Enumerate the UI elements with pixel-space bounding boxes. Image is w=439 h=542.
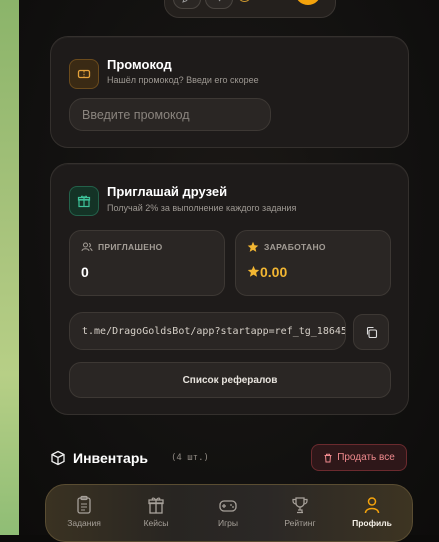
invited-value: 0 — [81, 264, 89, 280]
promo-title: Промокод — [107, 57, 172, 72]
nav-games-label: Игры — [217, 518, 239, 528]
users-icon — [81, 242, 93, 252]
trophy-icon — [292, 497, 308, 514]
sell-all-button[interactable]: Продать все — [311, 444, 407, 471]
arrow-right-icon — [218, 0, 221, 2]
nav-games[interactable]: Игры — [198, 495, 258, 528]
promo-card: Промокод Нашёл промокод? Введи его скоре… — [50, 36, 409, 148]
trash-icon — [324, 453, 332, 462]
gift-icon — [148, 497, 164, 514]
invite-subtitle: Получай 2% за выполнение каждого задания — [107, 203, 297, 213]
coin-balance: 17907 — [257, 0, 290, 2]
nav-tasks-label: Задания — [67, 518, 101, 528]
earned-value-wrap: 0.00 — [247, 264, 287, 280]
profile-page: 17907 Промокод Нашёл промокод? Введи его… — [19, 0, 439, 542]
earned-label: ЗАРАБОТАНО — [264, 242, 326, 252]
inventory-title: Инвентарь — [73, 450, 148, 466]
top-action-bar: 17907 — [164, 0, 336, 18]
add-coins-button[interactable] — [295, 0, 321, 5]
invite-title: Приглашай друзей — [107, 184, 228, 199]
sell-all-label: Продать все — [337, 452, 395, 463]
user-icon — [364, 497, 380, 514]
nav-profile-label: Профиль — [352, 518, 392, 528]
coin-icon — [238, 0, 251, 2]
promo-code-input[interactable]: Введите промокод — [69, 98, 271, 131]
gamepad-icon — [219, 500, 237, 512]
background-edge — [0, 0, 19, 535]
pencil-icon — [182, 0, 188, 3]
promo-subtitle: Нашёл промокод? Введи его скорее — [107, 75, 259, 85]
star-icon — [247, 241, 259, 252]
bottom-nav: Задания Кейсы Игры Рейтинг Профиль — [45, 484, 413, 542]
inventory-count: (4 шт.) — [171, 453, 209, 463]
earned-stat: ЗАРАБОТАНО 0.00 — [235, 230, 391, 296]
nav-tasks[interactable]: Задания — [54, 495, 114, 528]
gift-icon — [69, 186, 99, 216]
nav-cases[interactable]: Кейсы — [126, 495, 186, 528]
earned-value: 0.00 — [260, 264, 288, 280]
clipboard-icon — [77, 495, 91, 514]
invited-label: ПРИГЛАШЕНО — [98, 242, 163, 252]
nav-cases-label: Кейсы — [143, 518, 169, 528]
copy-link-button[interactable] — [353, 314, 389, 350]
edit-button[interactable] — [173, 0, 201, 9]
transfer-button[interactable] — [205, 0, 233, 9]
nav-profile[interactable]: Профиль — [342, 495, 402, 528]
copy-icon — [366, 326, 377, 338]
nav-rating[interactable]: Рейтинг — [270, 495, 330, 528]
ticket-icon — [69, 59, 99, 89]
referral-link-field[interactable]: t.me/DragoGoldsBot/app?startapp=ref_tg_1… — [69, 312, 346, 350]
box-icon — [51, 450, 65, 466]
nav-rating-label: Рейтинг — [284, 518, 316, 528]
invited-stat: ПРИГЛАШЕНО 0 — [69, 230, 225, 296]
referrals-list-button[interactable]: Список рефералов — [69, 362, 391, 398]
star-icon — [247, 265, 260, 277]
